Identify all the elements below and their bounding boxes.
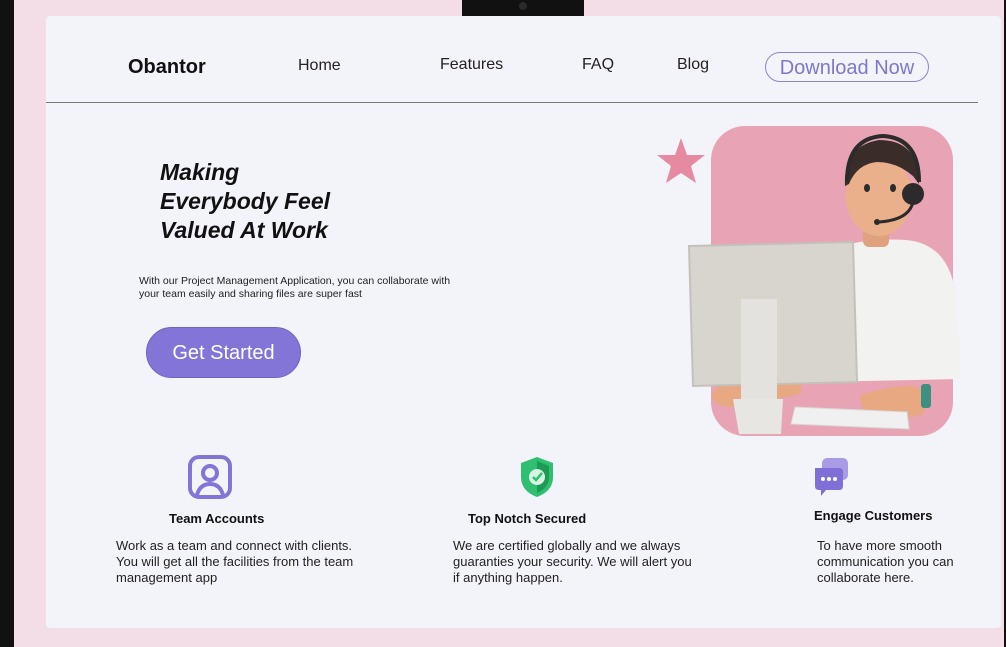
monitor-base: [733, 399, 783, 434]
watch-icon: [921, 384, 931, 408]
hero-title-line-1: Making: [160, 159, 240, 185]
feature-title: Team Accounts: [169, 511, 265, 526]
hero-subtitle-line-1: With our Project Management Application,…: [139, 275, 451, 287]
feature-text-line: You will get all the facilities from the…: [116, 554, 354, 569]
monitor-stand: [741, 299, 777, 399]
user-square-icon: [188, 455, 232, 499]
hero-subtitle-line-2: your team easily and sharing files are s…: [139, 288, 362, 300]
feature-description: Work as a team and connect with clients.…: [116, 538, 353, 586]
brand-logo[interactable]: Obantor: [128, 56, 206, 79]
hero-title: Making Everybody Feel Valued At Work: [160, 158, 420, 245]
nav-home[interactable]: Home: [298, 57, 341, 75]
feature-text-line: communication you can: [817, 554, 954, 569]
hero-title-line-2: Everybody Feel: [160, 188, 331, 214]
screen: Obantor Home Features FAQ Blog Download …: [46, 16, 1001, 628]
feature-text-line: management app: [116, 570, 218, 585]
laptop-frame: Obantor Home Features FAQ Blog Download …: [0, 0, 1006, 647]
feature-text-line: To have more smooth: [817, 538, 943, 553]
hero-illustration: [657, 126, 961, 436]
download-now-button[interactable]: Download Now: [765, 52, 929, 82]
feature-description: To have more smooth communication you ca…: [817, 538, 954, 586]
feature-text-line: collaborate here.: [817, 570, 914, 585]
feature-text-line: if anything happen.: [453, 570, 563, 585]
nav-blog[interactable]: Blog: [677, 56, 709, 74]
hero-title-line-3: Valued At Work: [160, 217, 328, 243]
chat-bubbles-icon: [815, 458, 848, 496]
headset-ear-icon: [902, 183, 924, 205]
feature-description: We are certified globally and we always …: [453, 538, 692, 586]
nav-features[interactable]: Features: [440, 56, 503, 74]
feature-title: Engage Customers: [814, 508, 933, 523]
shield-check-icon: [521, 457, 553, 497]
header-divider: [46, 102, 978, 103]
feature-text-line: We are certified globally and we always: [453, 538, 681, 553]
feature-text-line: guaranties your security. We will alert …: [453, 554, 692, 569]
feature-title: Top Notch Secured: [468, 511, 587, 526]
feature-text-line: Work as a team and connect with clients.: [116, 538, 353, 553]
nav-faq[interactable]: FAQ: [582, 56, 614, 74]
hero-subtitle: With our Project Management Application,…: [139, 275, 484, 301]
get-started-button[interactable]: Get Started: [146, 327, 301, 378]
star-icon: [657, 138, 705, 183]
webcam-icon: [519, 2, 527, 10]
